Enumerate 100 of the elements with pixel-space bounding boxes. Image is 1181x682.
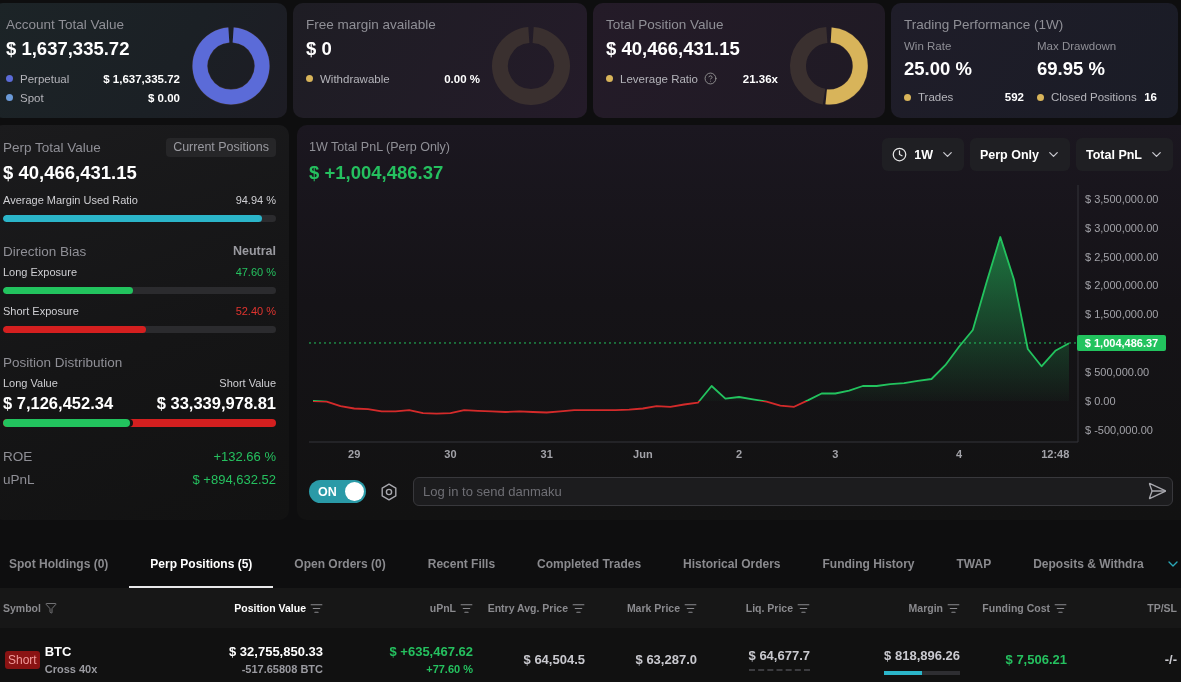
metric-value: 94.94 % bbox=[235, 194, 276, 206]
filter-icon[interactable] bbox=[44, 602, 57, 614]
panel-title: Perp Total Value bbox=[3, 139, 101, 155]
send-icon[interactable] bbox=[1147, 481, 1167, 501]
y-axis-label: $ 500,000.00 bbox=[1085, 366, 1150, 379]
stat-value: +132.66 % bbox=[213, 448, 276, 464]
sort-icon[interactable] bbox=[947, 601, 960, 615]
metric-value: 52.40 % bbox=[235, 305, 276, 317]
upnl-percent: +77.60 % bbox=[426, 662, 473, 677]
y-axis-label: $ 2,000,000.00 bbox=[1085, 279, 1159, 292]
entry-price: $ 64,504.5 bbox=[523, 651, 585, 669]
column-header[interactable]: uPnL bbox=[429, 602, 456, 614]
tab[interactable]: TWAP bbox=[935, 540, 1013, 588]
tab[interactable]: Deposits & Withdra bbox=[1012, 540, 1165, 588]
y-axis-label: $ 2,500,000.00 bbox=[1085, 250, 1159, 263]
position-value: $ 32,755,850.33 bbox=[229, 643, 323, 661]
metric-label: Long Exposure bbox=[3, 266, 77, 278]
tab[interactable]: Spot Holdings (0) bbox=[0, 540, 130, 588]
margin-mode: Cross 40x bbox=[44, 662, 98, 677]
x-axis-label: 4 bbox=[955, 448, 963, 460]
stat-label: ROE bbox=[3, 448, 33, 464]
y-axis-label: $ 0.00 bbox=[1085, 395, 1116, 407]
sort-icon[interactable] bbox=[684, 601, 697, 615]
dropdown-button[interactable]: Total PnL bbox=[1076, 138, 1173, 171]
column-header[interactable]: Entry Avg. Price bbox=[487, 602, 568, 614]
y-axis-label: $ -500,000.00 bbox=[1085, 423, 1153, 436]
card-title: Account Total Value bbox=[6, 17, 126, 33]
pnl-title: 1W Total PnL (Perp Only) bbox=[309, 139, 451, 156]
tab[interactable]: Open Orders (0) bbox=[273, 540, 407, 588]
current-value-label: $ 1,004,486.37 bbox=[1077, 335, 1166, 351]
metric-label: Average Margin Used Ratio bbox=[3, 194, 138, 206]
margin-value: $ 818,896.26 bbox=[884, 647, 960, 665]
stat-value: $ +894,632.52 bbox=[192, 471, 276, 487]
stat-value: 25.00 % bbox=[904, 57, 973, 81]
sort-icon[interactable] bbox=[310, 601, 323, 615]
sort-icon[interactable] bbox=[1054, 601, 1067, 615]
value-label: Long Value bbox=[3, 377, 58, 389]
column-header[interactable]: Position Value bbox=[234, 602, 306, 614]
legend-value: 16 bbox=[1144, 91, 1157, 103]
column-header[interactable]: Mark Price bbox=[626, 602, 680, 614]
x-axis-label: 30 bbox=[444, 448, 457, 460]
column-header[interactable]: Liq. Price bbox=[745, 602, 793, 614]
help-icon[interactable] bbox=[704, 72, 717, 85]
x-axis-label: 31 bbox=[540, 448, 553, 460]
mark-price: $ 63,287.0 bbox=[635, 651, 697, 669]
pnl-value: $ +1,004,486.37 bbox=[309, 161, 445, 185]
liq-price: $ 64,677.7 bbox=[748, 647, 810, 671]
tab[interactable]: Recent Fills bbox=[406, 540, 517, 588]
metric-label: Short Exposure bbox=[3, 305, 79, 317]
stat-value: 69.95 % bbox=[1037, 57, 1106, 81]
sort-icon[interactable] bbox=[797, 601, 810, 615]
x-axis-label: Jun bbox=[633, 448, 653, 460]
card-value: $ 0 bbox=[306, 37, 333, 61]
card-value: $ 40,466,431.15 bbox=[606, 37, 741, 61]
tab[interactable]: Funding History bbox=[801, 540, 936, 588]
legend-value: 0.00 % bbox=[444, 72, 480, 85]
card-title: Free margin available bbox=[306, 17, 437, 33]
column-header[interactable]: Margin bbox=[908, 602, 943, 614]
panel-value: $ 40,466,431.15 bbox=[3, 161, 138, 185]
legend-value: 21.36x bbox=[742, 72, 778, 85]
legend-label: Withdrawable bbox=[320, 72, 390, 85]
column-header[interactable]: Funding Cost bbox=[982, 602, 1050, 614]
symbol-name: BTC bbox=[44, 643, 73, 661]
column-header[interactable]: Symbol bbox=[3, 602, 41, 614]
bias-verdict: Neutral bbox=[232, 244, 276, 258]
legend-label: Closed Positions bbox=[1051, 91, 1137, 103]
dropdown-button[interactable]: Perp Only bbox=[969, 138, 1070, 171]
legend-label: Perpetual bbox=[20, 72, 70, 85]
stat-label: Win Rate bbox=[904, 39, 953, 54]
x-axis-label: 2 bbox=[736, 448, 743, 460]
card-value: $ 1,637,335.72 bbox=[6, 37, 131, 61]
y-axis-label: $ 1,500,000.00 bbox=[1085, 308, 1159, 321]
upnl-value: $ +635,467.62 bbox=[389, 643, 473, 661]
tab[interactable]: Completed Trades bbox=[516, 540, 663, 588]
legend-label: Spot bbox=[20, 91, 44, 104]
long-value: $ 7,126,452.34 bbox=[3, 393, 114, 413]
stat-label: Max Drawdown bbox=[1037, 39, 1118, 54]
column-header[interactable]: TP/SL bbox=[1147, 602, 1177, 614]
sort-icon[interactable] bbox=[572, 601, 585, 615]
card-title: Total Position Value bbox=[606, 17, 725, 33]
dropdown-button[interactable]: 1W bbox=[882, 138, 964, 171]
ref-line-label: $ 1,004,486.37 bbox=[1084, 336, 1159, 349]
funding-cost: $ 7,506.21 bbox=[1005, 651, 1067, 669]
tab[interactable]: Historical Orders bbox=[662, 540, 802, 588]
side-badge: Short bbox=[5, 651, 40, 669]
section-title: Direction Bias bbox=[3, 243, 87, 259]
card-title: Trading Performance (1W) bbox=[904, 17, 1065, 33]
legend-value: 592 bbox=[1004, 91, 1024, 103]
stat-label: uPnL bbox=[3, 471, 35, 487]
legend-value: $ 0.00 bbox=[148, 91, 180, 104]
current-positions-button[interactable]: Current Positions bbox=[166, 137, 276, 157]
x-axis-label: 3 bbox=[832, 448, 839, 460]
sort-icon[interactable] bbox=[460, 601, 473, 615]
legend-label: Trades bbox=[918, 91, 954, 103]
clock-icon bbox=[892, 147, 908, 162]
settings-icon[interactable] bbox=[380, 482, 398, 501]
short-value: $ 33,339,978.81 bbox=[156, 393, 276, 413]
tp-sl-value: -/- bbox=[1164, 651, 1177, 669]
danmaku-input[interactable]: Log in to send danmaku bbox=[413, 477, 1173, 506]
toggle-switch[interactable]: ON bbox=[309, 480, 366, 503]
